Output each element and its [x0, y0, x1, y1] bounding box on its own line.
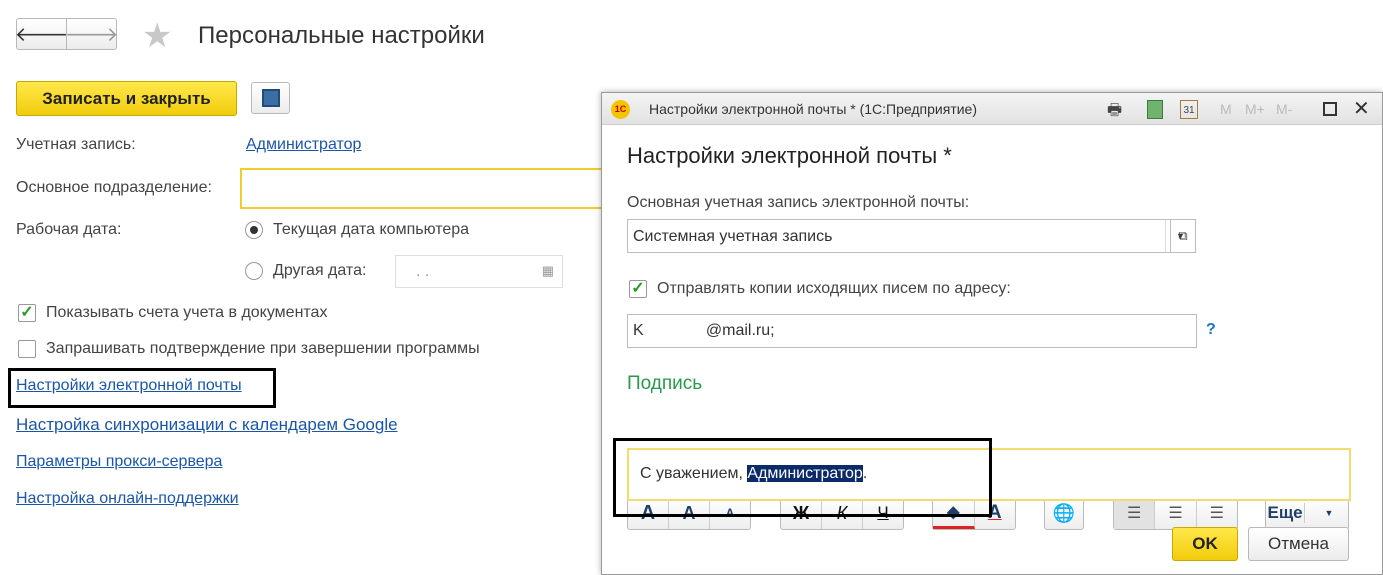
forward-button[interactable]: 🡒 — [65, 18, 118, 50]
close-button[interactable]: ✕ — [1353, 96, 1370, 121]
other-date-value: . . — [416, 263, 430, 280]
send-copies-checkbox[interactable]: ✓ — [629, 280, 647, 298]
cancel-button[interactable]: Отмена — [1248, 527, 1349, 561]
more-button[interactable]: Еще ▼ — [1265, 496, 1349, 530]
calculator-icon[interactable] — [1147, 100, 1163, 119]
back-button[interactable]: 🡐 — [15, 18, 68, 50]
calendar-icon[interactable]: 31 — [1180, 100, 1198, 119]
radio-current-date[interactable] — [245, 221, 263, 239]
other-date-input[interactable]: . . ▦ — [395, 255, 563, 288]
google-calendar-link[interactable]: Настройка синхронизации с календарем Goo… — [16, 415, 398, 435]
online-support-link[interactable]: Настройка онлайн-поддержки — [16, 490, 239, 508]
email-settings-dialog: 1С Настройки электронной почты * (1С:Пре… — [601, 92, 1383, 575]
floppy-icon — [261, 89, 280, 107]
radio-current-date-label: Текущая дата компьютера — [273, 221, 470, 238]
date-label: Рабочая дата: — [16, 221, 122, 238]
page-title: Персональные настройки — [198, 22, 485, 49]
print-icon[interactable]: 🖶 — [1107, 99, 1122, 126]
dept-input[interactable] — [240, 168, 610, 209]
email-settings-link[interactable]: Настройки электронной почты — [16, 377, 242, 395]
memory-mplus-button[interactable]: M+ — [1245, 101, 1265, 117]
ok-button[interactable]: OK — [1172, 527, 1238, 561]
radio-other-date[interactable] — [245, 262, 263, 280]
signature-label: Подпись — [627, 373, 703, 394]
copy-address-input[interactable]: K @mail.ru; — [627, 314, 1197, 348]
memory-m-button[interactable]: M — [1220, 101, 1232, 117]
dialog-titlebar: 1С Настройки электронной почты * (1С:Пре… — [602, 93, 1382, 125]
help-icon[interactable]: ? — [1206, 321, 1216, 339]
dialog-heading: Настройки электронной почты * — [627, 143, 952, 168]
more-label: Еще — [1266, 503, 1306, 523]
maximize-button[interactable] — [1323, 102, 1337, 116]
confirm-exit-label: Запрашивать подтверждение при завершении… — [46, 340, 480, 357]
show-accounts-label: Показывать счета учета в документах — [46, 304, 328, 321]
chevron-down-icon: ▼ — [1324, 508, 1334, 518]
star-icon[interactable]: ★ — [142, 16, 172, 56]
send-copies-label: Отправлять копии исходящих писем по адре… — [657, 280, 1011, 297]
dept-label: Основное подразделение: — [16, 179, 212, 196]
proxy-link[interactable]: Параметры прокси-сервера — [16, 453, 222, 471]
align-left-button[interactable]: ☰ — [1114, 497, 1156, 529]
confirm-exit-checkbox[interactable] — [18, 340, 36, 358]
radio-other-date-label: Другая дата: — [273, 262, 367, 279]
align-center-button[interactable]: ☰ — [1155, 497, 1197, 529]
save-close-button[interactable]: Записать и закрыть — [16, 81, 237, 116]
align-group: ☰ ☰ ☰ — [1113, 496, 1238, 530]
globe-image-icon: 🌐 — [1052, 502, 1076, 523]
memory-mminus-button[interactable]: M- — [1276, 101, 1292, 117]
calendar-icon[interactable]: ▦ — [542, 263, 554, 279]
account-select-value: Системная учетная запись — [633, 228, 833, 245]
account-label: Основная учетная запись электронной почт… — [627, 194, 970, 211]
insert-image-button[interactable]: 🌐 — [1044, 496, 1084, 530]
align-right-button[interactable]: ☰ — [1197, 497, 1237, 529]
account-link[interactable]: Администратор — [246, 136, 361, 154]
show-accounts-checkbox[interactable]: ✓ — [18, 304, 36, 322]
save-button[interactable] — [251, 82, 290, 114]
1c-logo-icon: 1С — [611, 100, 630, 119]
account-select[interactable]: Системная учетная запись ▼ — [627, 219, 1196, 253]
dialog-window-title: Настройки электронной почты * (1С:Предпр… — [649, 101, 978, 117]
open-account-icon[interactable]: ⧉ — [1170, 219, 1196, 253]
account-label: Учетная запись: — [16, 136, 136, 153]
highlight-box — [613, 438, 992, 517]
